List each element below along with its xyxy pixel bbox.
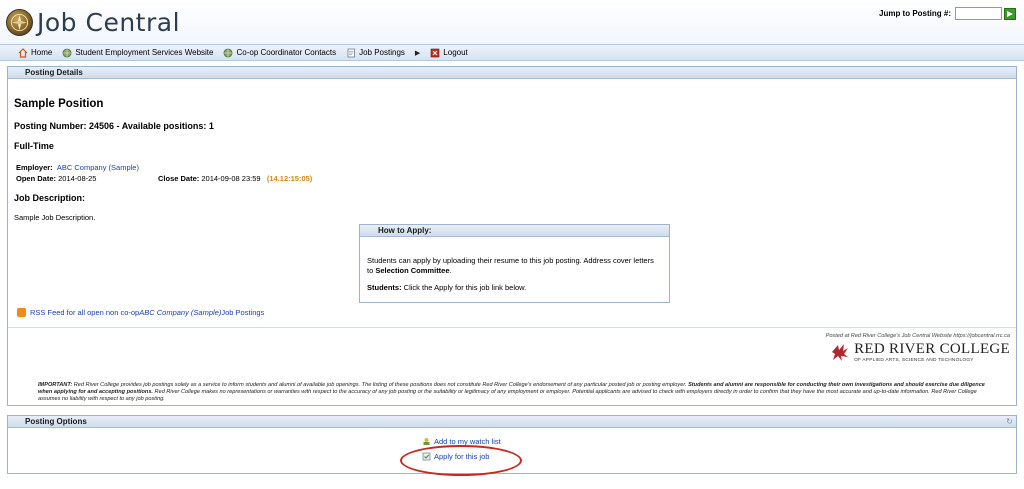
dates-row: Open Date: 2014-08-25 — [16, 174, 96, 183]
posting-details-panel: Posting Details Sample Position Posting … — [7, 66, 1017, 406]
jump-to-posting: Jump to Posting #: — [879, 7, 1016, 20]
app-logo[interactable]: Job Central — [6, 8, 180, 37]
submenu-arrow-icon[interactable]: ▶ — [415, 49, 420, 57]
nav-job-postings-label: Job Postings — [359, 48, 405, 57]
globe-icon — [62, 48, 72, 58]
how-to-apply-body: Students can apply by uploading their re… — [360, 237, 669, 293]
nav-home[interactable]: Home — [18, 47, 53, 58]
job-type: Full-Time — [14, 141, 54, 151]
nav-job-postings[interactable]: Job Postings — [346, 48, 405, 58]
document-icon — [346, 48, 356, 58]
compass-icon — [6, 9, 33, 36]
disclaimer: IMPORTANT: Red River College provides jo… — [38, 382, 985, 402]
main-nav: Home Student Employment Services Website… — [0, 44, 1024, 61]
go-arrow-button[interactable] — [1004, 7, 1016, 20]
posting-details-header: Posting Details — [8, 67, 1016, 79]
open-date-label: Open Date: — [16, 174, 57, 183]
nav-home-label: Home — [31, 48, 53, 57]
nav-student-employment[interactable]: Student Employment Services Website — [62, 48, 213, 58]
nav-logout[interactable]: Logout — [430, 48, 468, 58]
how-to-apply-instructions: Students can apply by uploading their re… — [367, 256, 654, 275]
watch-list-icon — [423, 438, 430, 445]
job-description-heading: Job Description: — [14, 193, 86, 203]
how-to-apply-students: Students: Click the Apply for this job l… — [367, 283, 527, 292]
college-logo-mark-icon — [832, 344, 849, 361]
employer-link[interactable]: ABC Company (Sample) — [57, 163, 139, 172]
close-date-row: Close Date: 2014-09-08 23:59 (14.12:15:0… — [158, 174, 312, 183]
divider — [8, 327, 1016, 328]
how-to-apply-header: How to Apply: — [360, 225, 669, 237]
how-to-apply-box: How to Apply: Students can apply by uplo… — [359, 224, 670, 303]
jump-label: Jump to Posting #: — [879, 9, 951, 18]
job-description: Sample Job Description. — [14, 213, 96, 222]
close-date-label: Close Date: — [158, 174, 200, 183]
position-title: Sample Position — [14, 98, 104, 110]
open-date: 2014-08-25 — [58, 174, 97, 183]
globe-icon — [223, 48, 233, 58]
nav-coop-contacts-label: Co-op Coordinator Contacts — [236, 48, 337, 57]
refresh-icon[interactable]: ↻ — [1005, 417, 1014, 426]
college-subtitle: OF APPLIED ARTS, SCIENCE AND TECHNOLOGY — [854, 358, 974, 363]
posted-at-note: Posted at Red River College's Job Centra… — [825, 333, 1010, 339]
close-date: 2014-09-08 23:59 — [201, 174, 261, 183]
college-logo: RED RIVER COLLEGE OF APPLIED ARTS, SCIEN… — [828, 341, 1010, 363]
rss-icon — [17, 308, 26, 317]
highlight-ellipse — [400, 445, 522, 476]
nav-logout-label: Logout — [443, 48, 468, 57]
posting-options-header: Posting Options — [8, 416, 1016, 428]
rss-feed-link[interactable]: RSS Feed for all open non co-op ABC Comp… — [17, 308, 264, 317]
college-name: RED RIVER COLLEGE — [854, 341, 1010, 357]
employer-row: Employer: ABC Company (Sample) — [16, 163, 139, 172]
nav-coop-contacts[interactable]: Co-op Coordinator Contacts — [223, 48, 336, 58]
app-header: Job Central Jump to Posting #: — [0, 0, 1024, 44]
arrow-right-icon — [1007, 10, 1013, 17]
posting-number: Posting Number: 24506 - Available positi… — [14, 121, 214, 131]
employer-label: Employer: — [16, 163, 53, 172]
home-icon — [18, 47, 28, 58]
jump-posting-input[interactable] — [955, 7, 1002, 20]
app-title: Job Central — [37, 8, 181, 37]
nav-student-employment-label: Student Employment Services Website — [75, 48, 214, 57]
countdown-timer: (14.12:15:05) — [266, 174, 313, 183]
logout-icon — [430, 48, 440, 58]
